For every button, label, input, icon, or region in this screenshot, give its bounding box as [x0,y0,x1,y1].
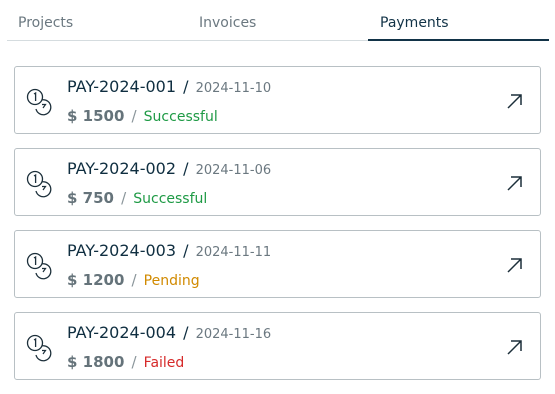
payment-details: $ 750 / Successful [67,188,207,207]
separator: / [183,323,189,342]
payment-id: PAY-2024-001 [67,77,177,96]
payment-id: PAY-2024-004 [67,323,177,342]
separator: / [183,77,189,96]
coins-icon [26,88,52,116]
payment-date: 2024-11-11 [195,245,272,260]
separator: / [183,241,189,260]
payment-status: Successful [143,109,218,125]
payment-card[interactable]: PAY-2024-003 / 2024-11-11 $ 1200 / Pendi… [14,230,541,298]
payment-card[interactable]: PAY-2024-004 / 2024-11-16 $ 1800 / Faile… [14,312,541,380]
payment-amount: $ 1800 [67,353,125,371]
external-link-arrow-icon[interactable] [506,339,523,356]
tab-invoices[interactable]: Invoices [188,0,368,40]
payment-date: 2024-11-10 [195,81,272,96]
separator: / [131,271,137,289]
payment-amount: $ 750 [67,189,114,207]
payment-title: PAY-2024-003 / 2024-11-11 [67,241,271,260]
separator: / [183,159,189,178]
payment-id: PAY-2024-002 [67,159,177,178]
coins-icon [26,252,52,280]
payment-amount: $ 1200 [67,271,125,289]
payment-title: PAY-2024-002 / 2024-11-06 [67,159,271,178]
payment-details: $ 1800 / Failed [67,352,184,371]
payment-id: PAY-2024-003 [67,241,177,260]
external-link-arrow-icon[interactable] [506,257,523,274]
payment-date: 2024-11-06 [195,163,272,178]
payment-details: $ 1200 / Pending [67,270,200,289]
payment-list: PAY-2024-001 / 2024-11-10 $ 1500 / Succe… [14,66,541,394]
separator: / [131,353,137,371]
payment-title: PAY-2024-004 / 2024-11-16 [67,323,271,342]
tab-bar: Projects Invoices Payments [7,0,549,41]
external-link-arrow-icon[interactable] [506,93,523,110]
payment-date: 2024-11-16 [195,327,272,342]
payment-status: Pending [143,273,200,289]
payment-status: Failed [143,355,185,371]
external-link-arrow-icon[interactable] [506,175,523,192]
payment-title: PAY-2024-001 / 2024-11-10 [67,77,271,96]
coins-icon [26,170,52,198]
payment-card[interactable]: PAY-2024-002 / 2024-11-06 $ 750 / Succes… [14,148,541,216]
tab-projects[interactable]: Projects [7,0,188,40]
payment-details: $ 1500 / Successful [67,106,218,125]
payment-amount: $ 1500 [67,107,125,125]
separator: / [131,107,137,125]
tab-payments[interactable]: Payments [368,0,549,41]
separator: / [121,189,127,207]
coins-icon [26,334,52,362]
payment-status: Successful [133,191,208,207]
payment-card[interactable]: PAY-2024-001 / 2024-11-10 $ 1500 / Succe… [14,66,541,134]
